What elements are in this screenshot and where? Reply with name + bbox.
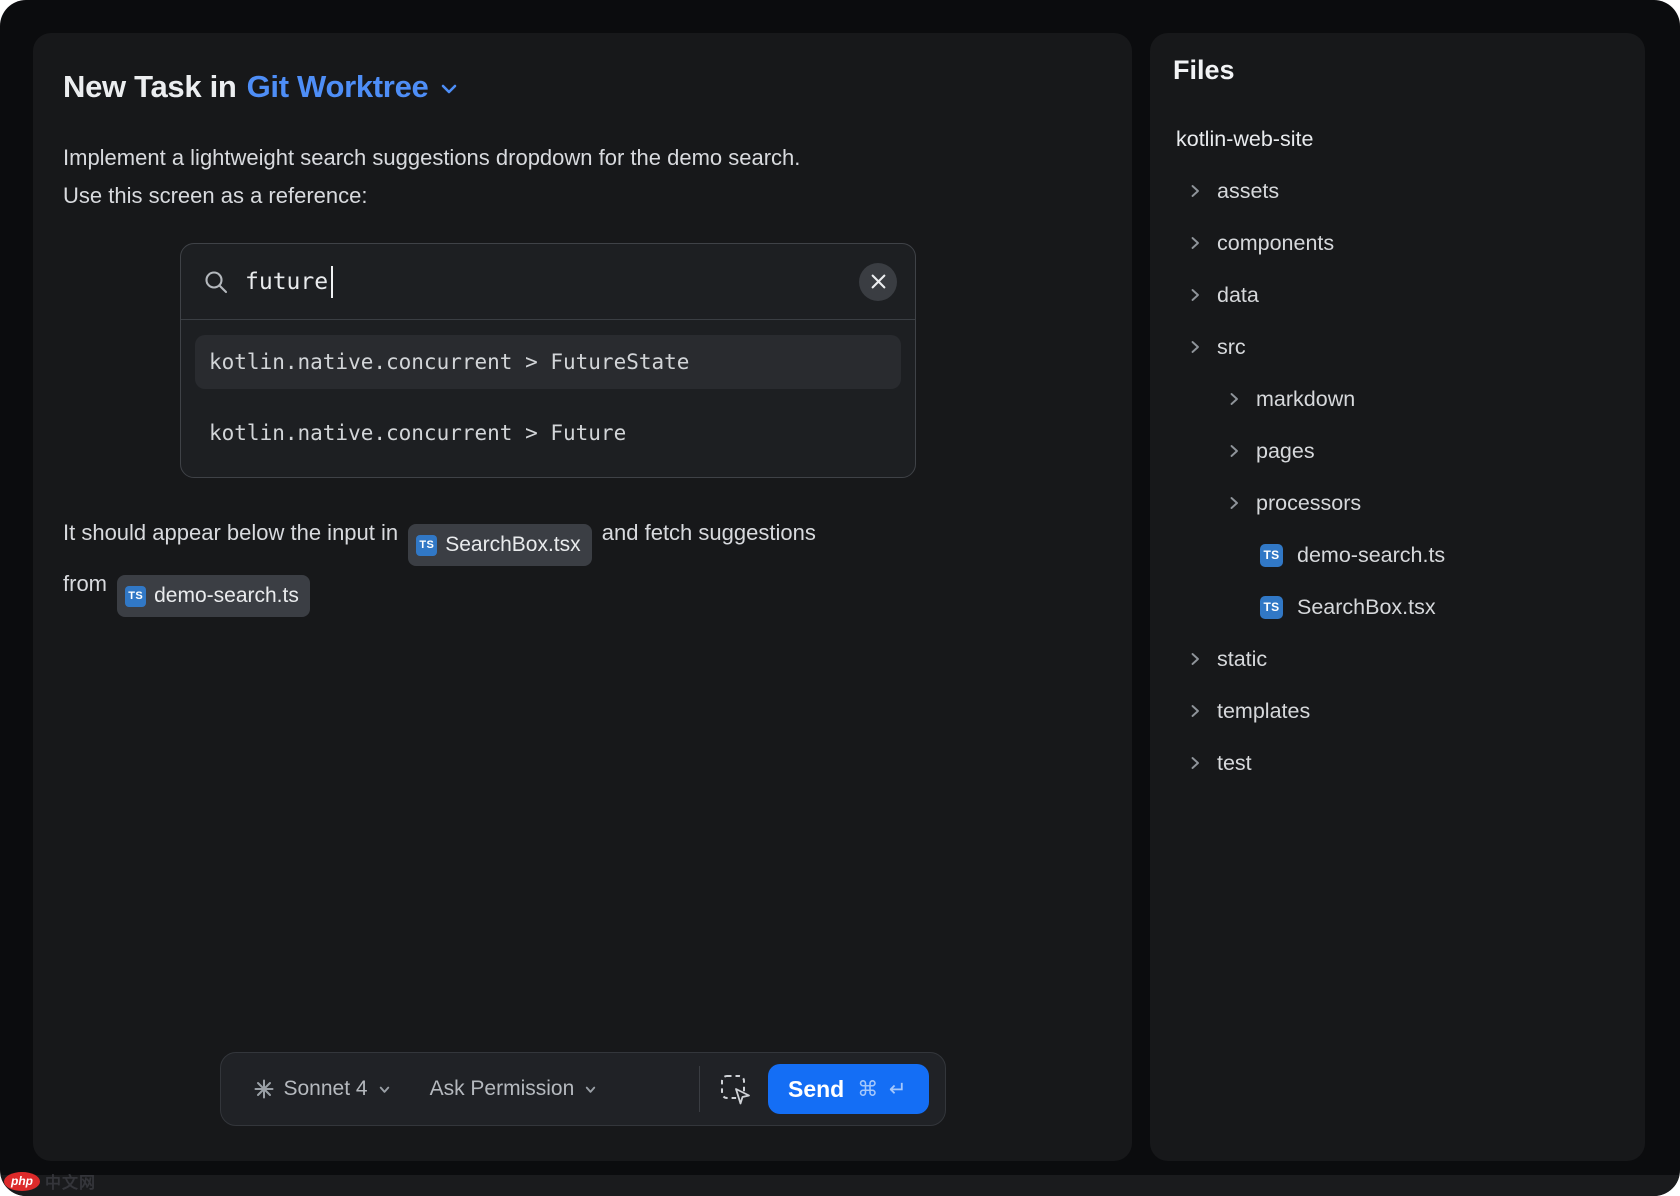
tree-item-markdown[interactable]: markdown xyxy=(1150,373,1645,425)
send-button[interactable]: Send ⌘ ↵ xyxy=(768,1064,929,1114)
followup-part3: from xyxy=(63,571,107,596)
tree-item-label: demo-search.ts xyxy=(1297,543,1445,568)
task-description-line1: Implement a lightweight search suggestio… xyxy=(63,139,800,177)
typescript-icon: TS xyxy=(1260,596,1283,619)
chevron-right-icon xyxy=(1187,703,1203,719)
typescript-icon: TS xyxy=(416,535,437,556)
worktree-selector[interactable]: Git Worktree xyxy=(247,69,429,105)
send-label: Send xyxy=(788,1076,844,1103)
permission-label: Ask Permission xyxy=(430,1077,575,1101)
tree-item-label: data xyxy=(1217,283,1259,308)
tree-item-static[interactable]: static xyxy=(1150,633,1645,685)
followup-part1: It should appear below the input in xyxy=(63,520,398,545)
tree-item-processors[interactable]: processors xyxy=(1150,477,1645,529)
chevron-right-icon xyxy=(1226,443,1242,459)
tree-item-data[interactable]: data xyxy=(1150,269,1645,321)
chevron-right-icon xyxy=(1226,391,1242,407)
chevron-down-icon xyxy=(377,1082,392,1097)
chevron-right-icon xyxy=(1187,287,1203,303)
clear-search-button[interactable] xyxy=(859,263,897,301)
app-window: New Task in Git Worktree Implement a lig… xyxy=(0,0,1680,1196)
suggestion-item[interactable]: kotlin.native.concurrent > FutureState xyxy=(195,335,901,389)
chevron-right-icon xyxy=(1187,755,1203,771)
search-query-text: future xyxy=(245,269,328,295)
tree-item-templates[interactable]: templates xyxy=(1150,685,1645,737)
typescript-icon: TS xyxy=(1260,544,1283,567)
tree-item-label: components xyxy=(1217,231,1334,256)
watermark: php 中文网 xyxy=(4,1169,96,1193)
tree-item-label: pages xyxy=(1256,439,1315,464)
tree-item-label: assets xyxy=(1217,179,1279,204)
file-chip-label: demo-search.ts xyxy=(154,578,299,614)
tree-item-pages[interactable]: pages xyxy=(1150,425,1645,477)
window-footer xyxy=(0,1175,1680,1196)
screenshot-frame: New Task in Git Worktree Implement a lig… xyxy=(0,0,1680,1196)
permission-mode-selector[interactable]: Ask Permission xyxy=(422,1071,607,1107)
tree-item-label: static xyxy=(1217,647,1267,672)
tree-item-components[interactable]: components xyxy=(1150,217,1645,269)
tree-item-assets[interactable]: assets xyxy=(1150,165,1645,217)
composer-toolbar: Sonnet 4 Ask Permission xyxy=(220,1052,946,1126)
files-panel-title: Files xyxy=(1173,55,1235,86)
model-selector[interactable]: Sonnet 4 xyxy=(245,1071,400,1107)
new-task-panel: New Task in Git Worktree Implement a lig… xyxy=(33,33,1132,1161)
chevron-down-icon xyxy=(583,1082,598,1097)
search-demo-box: future kotlin.native.concurrent > Future… xyxy=(180,243,916,478)
files-panel: Files kotlin-web-site assets components … xyxy=(1150,33,1645,1161)
followup-part2: and fetch suggestions xyxy=(602,520,816,545)
tree-item-test[interactable]: test xyxy=(1150,737,1645,789)
file-chip-label: SearchBox.tsx xyxy=(445,527,580,563)
tree-item-label: processors xyxy=(1256,491,1361,516)
chevron-right-icon xyxy=(1187,235,1203,251)
tree-item-label: SearchBox.tsx xyxy=(1297,595,1436,620)
tree-item-label: src xyxy=(1217,335,1246,360)
send-shortcut: ⌘ ↵ xyxy=(857,1077,908,1101)
tree-item-searchbox-tsx[interactable]: TS SearchBox.tsx xyxy=(1150,581,1645,633)
file-chip-demo-search[interactable]: TS demo-search.ts xyxy=(117,575,310,617)
divider xyxy=(699,1066,700,1112)
search-icon xyxy=(203,269,229,295)
chevron-down-icon[interactable] xyxy=(438,78,460,100)
model-label: Sonnet 4 xyxy=(284,1077,368,1101)
suggestion-item[interactable]: kotlin.native.concurrent > Future xyxy=(195,406,901,460)
watermark-text: 中文网 xyxy=(45,1169,96,1193)
tree-item-label: test xyxy=(1217,751,1252,776)
suggestions-list: kotlin.native.concurrent > FutureState k… xyxy=(181,320,915,477)
select-element-icon xyxy=(717,1071,753,1107)
chevron-right-icon xyxy=(1187,183,1203,199)
spark-icon xyxy=(253,1078,275,1100)
typescript-icon: TS xyxy=(125,586,146,607)
tree-item-src[interactable]: src xyxy=(1150,321,1645,373)
php-logo: php xyxy=(4,1172,40,1191)
chevron-right-icon xyxy=(1226,495,1242,511)
tree-item-label: templates xyxy=(1217,699,1310,724)
page-title: New Task in Git Worktree xyxy=(63,69,460,105)
chevron-right-icon xyxy=(1187,651,1203,667)
file-chip-searchbox[interactable]: TS SearchBox.tsx xyxy=(408,524,591,566)
task-description: Implement a lightweight search suggestio… xyxy=(63,139,800,215)
search-input[interactable]: future xyxy=(181,244,915,319)
task-description-line2: Use this screen as a reference: xyxy=(63,177,800,215)
title-prefix: New Task in xyxy=(63,69,237,105)
chevron-right-icon xyxy=(1187,339,1203,355)
tree-item-demo-search-ts[interactable]: TS demo-search.ts xyxy=(1150,529,1645,581)
select-element-button[interactable] xyxy=(712,1066,758,1112)
tree-item-label: markdown xyxy=(1256,387,1355,412)
task-followup-text: It should appear below the input in TS S… xyxy=(63,515,1043,617)
tree-root-kotlin-web-site[interactable]: kotlin-web-site xyxy=(1150,113,1645,165)
close-icon xyxy=(870,273,887,290)
file-tree: kotlin-web-site assets components data s… xyxy=(1150,113,1645,789)
text-caret xyxy=(331,266,333,298)
